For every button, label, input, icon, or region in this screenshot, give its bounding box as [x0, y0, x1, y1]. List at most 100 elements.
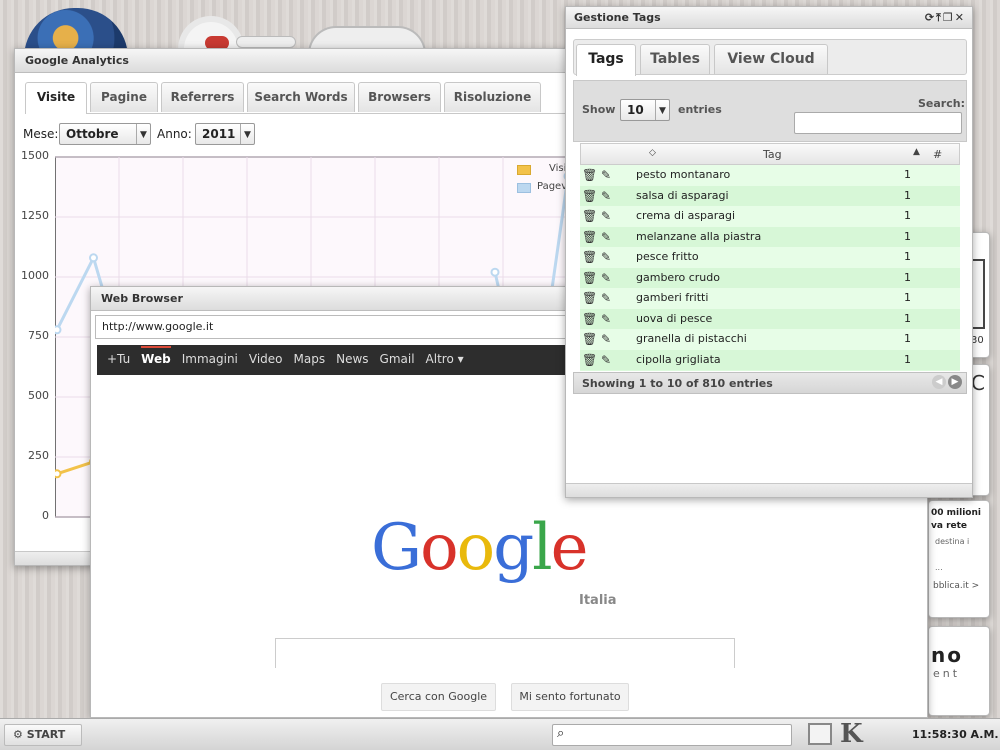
y-tick-label: 1000	[21, 269, 49, 282]
table-row[interactable]: 🗑 ✎ granella di pistacchi 1	[580, 329, 960, 350]
sort-icon[interactable]: ◇	[649, 148, 656, 158]
start-button[interactable]: ⚙ START	[4, 724, 82, 746]
chevron-down-icon: ▼	[136, 124, 150, 144]
chevron-down-icon: ▼	[240, 124, 254, 144]
taskbar-search-input[interactable]: ⌕	[552, 724, 792, 746]
trash-icon[interactable]: 🗑	[582, 271, 597, 285]
edit-icon[interactable]: ✎	[597, 312, 611, 326]
tab-visite[interactable]: Visite	[25, 82, 87, 114]
maximize-icon[interactable]: ❐	[943, 11, 955, 24]
refresh-icon[interactable]: ⟳	[925, 11, 936, 24]
edit-icon[interactable]: ✎	[597, 250, 611, 264]
tag-cell: gamberi fritti	[636, 291, 709, 304]
tags-window[interactable]: Gestione Tags ⟳⤒❐✕ Tags Tables View Clou…	[565, 6, 973, 498]
tag-cell: crema di asparagi	[636, 209, 736, 222]
google-search-button[interactable]: Cerca con Google	[381, 683, 496, 711]
pin-icon[interactable]: ⤒	[936, 11, 943, 24]
tab-search-words[interactable]: Search Words	[247, 82, 355, 112]
month-select[interactable]: Ottobre ▼	[59, 123, 151, 145]
table-row[interactable]: 🗑 ✎ crema di asparagi 1	[580, 206, 960, 227]
table-row[interactable]: 🗑 ✎ uova di pesce 1	[580, 308, 960, 329]
trash-icon[interactable]: 🗑	[582, 250, 597, 264]
count-cell: 1	[904, 188, 911, 202]
edit-icon[interactable]: ✎	[597, 189, 611, 203]
nav-video[interactable]: Video	[249, 352, 283, 366]
google-search-input[interactable]	[275, 638, 735, 668]
count-cell: 1	[904, 332, 911, 345]
trash-icon[interactable]: 🗑	[582, 312, 597, 326]
k-logo-icon[interactable]: K	[840, 719, 863, 749]
clock: 11:58:30 A.M.	[912, 728, 999, 741]
row-actions: 🗑 ✎	[582, 186, 614, 206]
trash-icon[interactable]: 🗑	[582, 332, 597, 346]
google-logo-sub: Italia	[579, 593, 617, 608]
month-value: Ottobre	[66, 127, 119, 141]
row-actions: 🗑 ✎	[582, 268, 614, 288]
show-label: Show	[582, 103, 616, 116]
close-icon[interactable]: ✕	[955, 11, 966, 24]
table-row[interactable]: 🗑 ✎ gambero crudo 1	[580, 267, 960, 288]
table-row[interactable]: 🗑 ✎ gamberi fritti 1	[580, 288, 960, 309]
tag-cell: uova di pesce	[636, 311, 713, 325]
edit-icon[interactable]: ✎	[597, 353, 611, 367]
news-sub: destina i	[935, 537, 970, 546]
edit-icon[interactable]: ✎	[597, 168, 611, 182]
news-dots: ...	[935, 563, 943, 572]
tags-titlebar[interactable]: Gestione Tags ⟳⤒❐✕	[566, 7, 972, 29]
tab-tables[interactable]: Tables	[640, 44, 710, 74]
nav-web[interactable]: Web	[141, 346, 171, 366]
nav-altro[interactable]: Altro ▾	[426, 352, 464, 366]
search-label: Search:	[918, 97, 965, 110]
entries-value: 10	[627, 103, 644, 117]
count-cell: 1	[904, 352, 911, 366]
col-tag-header[interactable]: Tag	[763, 148, 782, 161]
next-page-icon[interactable]: ▶	[948, 375, 962, 389]
trash-icon[interactable]: 🗑	[582, 353, 597, 367]
nav-maps[interactable]: Maps	[294, 352, 326, 366]
nav-plus-tu[interactable]: +Tu	[107, 352, 130, 366]
table-row[interactable]: 🗑 ✎ cipolla grigliata 1	[580, 349, 960, 370]
analytics-titlebar[interactable]: Google Analytics	[15, 49, 573, 73]
entries-select[interactable]: 10 ▼	[620, 99, 670, 121]
pen-desktop-icon[interactable]	[236, 36, 296, 48]
tab-referrers[interactable]: Referrers	[161, 82, 244, 112]
data-point	[89, 253, 98, 263]
news-link[interactable]: bblica.it >	[933, 581, 979, 591]
table-row[interactable]: 🗑 ✎ melanzane alla piastra 1	[580, 226, 960, 247]
tab-pagine[interactable]: Pagine	[90, 82, 158, 112]
edit-icon[interactable]: ✎	[597, 230, 611, 244]
edit-icon[interactable]: ✎	[597, 209, 611, 223]
tag-cell: melanzane alla piastra	[636, 229, 762, 243]
table-row[interactable]: 🗑 ✎ pesto montanaro 1	[580, 165, 960, 186]
nav-immagini[interactable]: Immagini	[182, 352, 238, 366]
lucky-button[interactable]: Mi sento fortunato	[511, 683, 629, 711]
y-tick-label: 250	[28, 449, 49, 462]
tab-tags[interactable]: Tags	[576, 44, 636, 76]
trash-icon[interactable]: 🗑	[582, 291, 597, 305]
trash-icon[interactable]: 🗑	[582, 168, 597, 182]
count-cell: 1	[904, 250, 911, 263]
edit-icon[interactable]: ✎	[597, 291, 611, 305]
trash-icon[interactable]: 🗑	[582, 230, 597, 244]
tags-statusbar	[566, 483, 972, 497]
col-count-header[interactable]: #	[933, 148, 942, 161]
edit-icon[interactable]: ✎	[597, 332, 611, 346]
nav-gmail[interactable]: Gmail	[380, 352, 415, 366]
nav-news[interactable]: News	[336, 352, 368, 366]
row-actions: 🗑 ✎	[582, 165, 614, 185]
prev-page-icon[interactable]: ◀	[932, 375, 946, 389]
year-select[interactable]: 2011 ▼	[195, 123, 255, 145]
table-row[interactable]: 🗑 ✎ salsa di asparagi 1	[580, 185, 960, 206]
edit-icon[interactable]: ✎	[597, 271, 611, 285]
trash-icon[interactable]: 🗑	[582, 189, 597, 203]
windows-icon[interactable]	[808, 723, 832, 745]
trash-icon[interactable]: 🗑	[582, 209, 597, 223]
search-input[interactable]	[794, 112, 962, 134]
sort-asc-icon[interactable]: ▲	[913, 147, 920, 157]
tab-view-cloud[interactable]: View Cloud	[714, 44, 828, 74]
table-row[interactable]: 🗑 ✎ pesce fritto 1	[580, 247, 960, 268]
start-label: START	[26, 728, 66, 741]
table-body: 🗑 ✎ pesto montanaro 1 🗑 ✎ salsa di asparagi 1…	[580, 165, 960, 371]
tab-browsers[interactable]: Browsers	[358, 82, 441, 112]
tab-risoluzione[interactable]: Risoluzione	[444, 82, 541, 112]
